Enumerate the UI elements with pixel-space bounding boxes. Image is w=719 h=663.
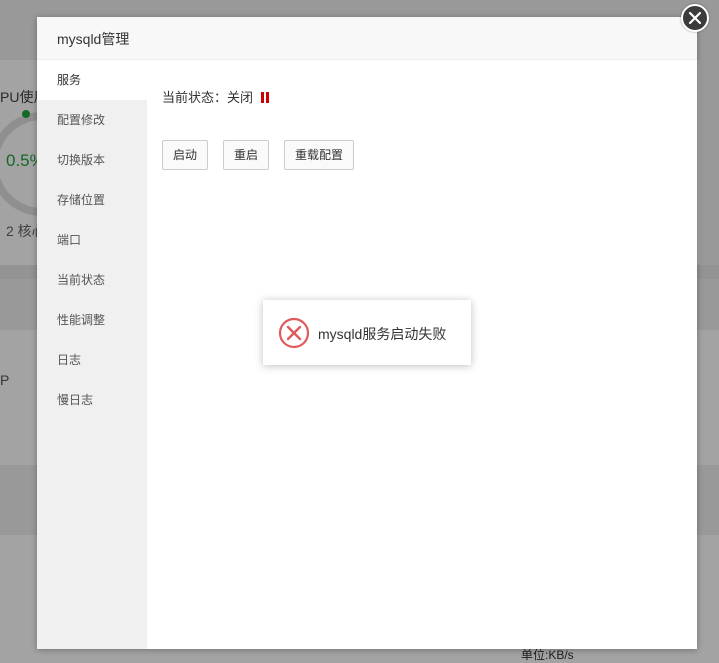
- sidebar-item-storage[interactable]: 存储位置: [37, 180, 147, 220]
- error-message-text: mysqld服务启动失败: [318, 326, 447, 342]
- sidebar-item-switch-version[interactable]: 切换版本: [37, 140, 147, 180]
- sidebar-item-performance[interactable]: 性能调整: [37, 300, 147, 340]
- current-status: 当前状态：关闭: [162, 87, 270, 106]
- sidebar-item-status[interactable]: 当前状态: [37, 260, 147, 300]
- status-value: 关闭: [227, 90, 254, 105]
- sidebar-item-slow-logs[interactable]: 慢日志: [37, 380, 147, 420]
- close-icon: [688, 11, 702, 25]
- pause-icon: [260, 91, 270, 106]
- reload-config-button[interactable]: 重载配置: [284, 140, 354, 170]
- modal-sidebar: 服务 配置修改 切换版本 存储位置 端口 当前状态 性能调整 日志 慢日志: [37, 60, 147, 649]
- sidebar-item-port[interactable]: 端口: [37, 220, 147, 260]
- sidebar-item-logs[interactable]: 日志: [37, 340, 147, 380]
- close-button[interactable]: [681, 4, 709, 32]
- start-button[interactable]: 启动: [162, 140, 208, 170]
- sidebar-item-config[interactable]: 配置修改: [37, 100, 147, 140]
- restart-button[interactable]: 重启: [223, 140, 269, 170]
- modal-title: mysqld管理: [57, 31, 130, 47]
- status-label: 当前状态：: [162, 90, 228, 105]
- error-circle-icon: [278, 317, 310, 352]
- sidebar-item-service[interactable]: 服务: [37, 60, 147, 100]
- error-message-toast: mysqld服务启动失败: [263, 300, 471, 365]
- modal-header: mysqld管理: [37, 17, 697, 60]
